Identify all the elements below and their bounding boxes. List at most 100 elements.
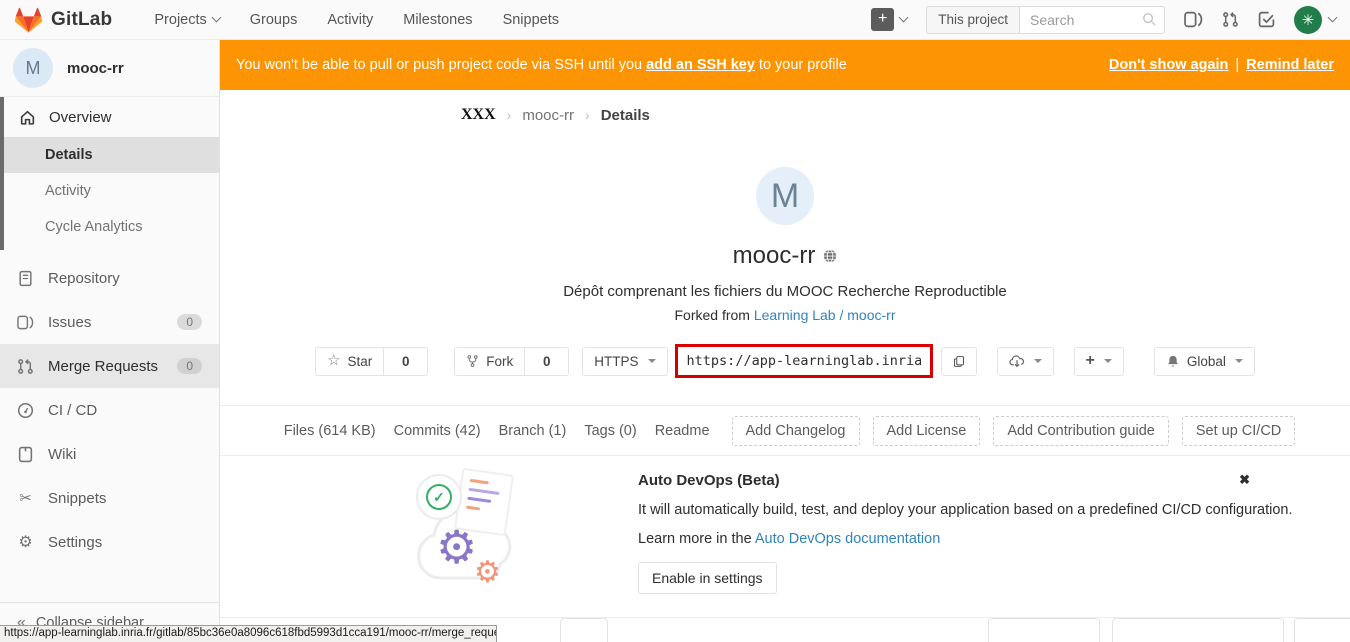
copy-url-button[interactable] bbox=[941, 347, 977, 376]
identicon-icon: ✳ bbox=[1302, 11, 1315, 29]
merge-requests-icon[interactable] bbox=[1222, 11, 1239, 28]
merge-requests-icon bbox=[17, 358, 34, 375]
search-area: This project bbox=[926, 6, 1165, 34]
breadcrumb-page[interactable]: Details bbox=[601, 107, 650, 124]
partial-button[interactable] bbox=[560, 618, 608, 642]
auto-devops-callout: ✓ ⚙ ⚙ Auto DevOps (Beta) It will automat… bbox=[220, 456, 1350, 618]
project-avatar[interactable]: M bbox=[13, 48, 53, 88]
user-menu[interactable]: ✳ bbox=[1294, 6, 1336, 34]
sidebar-item-wiki[interactable]: Wiki bbox=[0, 432, 219, 476]
project-context-name[interactable]: mooc-rr bbox=[67, 60, 124, 77]
add-changelog-button[interactable]: Add Changelog bbox=[732, 416, 860, 446]
partial-button[interactable] bbox=[988, 618, 1100, 642]
star-label: Star bbox=[348, 354, 373, 369]
sidebar-item-details[interactable]: Details bbox=[0, 137, 219, 173]
auto-devops-title: Auto DevOps (Beta) bbox=[638, 472, 1293, 489]
forked-from-prefix: Forked from bbox=[675, 307, 754, 323]
sidebar-item-cycle-analytics[interactable]: Cycle Analytics bbox=[0, 209, 219, 245]
nav-projects[interactable]: Projects bbox=[154, 12, 219, 28]
partial-button[interactable] bbox=[1294, 618, 1350, 642]
sidebar-wiki-label: Wiki bbox=[48, 446, 76, 463]
auto-devops-learn-line: Learn more in the Auto DevOps documentat… bbox=[638, 531, 1293, 547]
project-context-header[interactable]: M mooc-rr bbox=[0, 40, 219, 97]
nav-snippets[interactable]: Snippets bbox=[503, 12, 559, 28]
notification-setting-dropdown[interactable]: Global bbox=[1154, 347, 1255, 376]
chevron-down-icon bbox=[899, 13, 909, 23]
main-content: XXX › mooc-rr › Details M mooc-rr Dépôt … bbox=[220, 90, 1350, 642]
sidebar-repository-label: Repository bbox=[48, 270, 120, 287]
status-bar-url: https://app-learninglab.inria.fr/gitlab/… bbox=[4, 627, 497, 639]
breadcrumb-group[interactable]: XXX bbox=[461, 106, 496, 124]
tab-branch[interactable]: Branch (1) bbox=[490, 423, 576, 439]
download-dropdown[interactable] bbox=[997, 347, 1054, 376]
speech-bubble-icon: ✓ bbox=[416, 474, 462, 520]
tab-tags[interactable]: Tags (0) bbox=[575, 423, 645, 439]
top-navbar: GitLab Projects Groups Activity Mileston… bbox=[0, 0, 1350, 40]
remind-later-link[interactable]: Remind later bbox=[1246, 57, 1334, 73]
sidebar-sections: Repository Issues 0 Merge Requests 0 bbox=[0, 256, 219, 564]
nav-activity[interactable]: Activity bbox=[327, 12, 373, 28]
user-avatar[interactable]: ✳ bbox=[1294, 6, 1322, 34]
gitlab-brand[interactable]: GitLab bbox=[14, 6, 112, 34]
home-icon bbox=[19, 109, 36, 126]
banner-actions: Don't show again | Remind later bbox=[1109, 57, 1334, 73]
tab-readme[interactable]: Readme bbox=[646, 423, 719, 439]
clone-url-input[interactable] bbox=[678, 347, 930, 375]
add-dropdown[interactable]: + bbox=[1074, 347, 1124, 376]
public-visibility-globe-icon bbox=[823, 249, 837, 263]
dont-show-again-link[interactable]: Don't show again bbox=[1109, 57, 1228, 73]
sidebar-item-repository[interactable]: Repository bbox=[0, 256, 219, 300]
close-icon[interactable]: ✖ bbox=[1239, 472, 1250, 488]
sidebar-item-overview[interactable]: Overview bbox=[0, 97, 219, 137]
sidebar-item-snippets[interactable]: ✂ Snippets bbox=[0, 476, 219, 520]
clipboard-copy-icon bbox=[953, 354, 965, 369]
download-cloud-icon bbox=[1009, 354, 1025, 369]
nav-milestones[interactable]: Milestones bbox=[403, 12, 472, 28]
check-circle-icon: ✓ bbox=[426, 484, 452, 510]
project-description: Dépôt comprenant les fichiers du MOOC Re… bbox=[220, 283, 1350, 300]
add-license-button[interactable]: Add License bbox=[873, 416, 981, 446]
fork-count-button[interactable]: 0 bbox=[525, 347, 569, 376]
forked-from-link[interactable]: Learning Lab / mooc-rr bbox=[754, 307, 896, 323]
sidebar-settings-label: Settings bbox=[48, 534, 102, 551]
partial-button[interactable] bbox=[1112, 618, 1284, 642]
star-count-button[interactable]: 0 bbox=[384, 347, 428, 376]
wiki-book-icon bbox=[17, 446, 34, 463]
todos-icon[interactable] bbox=[1258, 11, 1275, 28]
banner-separator: | bbox=[1235, 57, 1239, 73]
sidebar-item-activity[interactable]: Activity bbox=[0, 173, 219, 209]
ssh-warning-banner: You won't be able to pull or push projec… bbox=[220, 40, 1350, 90]
project-stats-nav: Files (614 KB) Commits (42) Branch (1) T… bbox=[220, 406, 1350, 455]
sidebar-item-ci-cd[interactable]: CI / CD bbox=[0, 388, 219, 432]
project-sidebar: M mooc-rr Overview Details Activity Cycl… bbox=[0, 40, 220, 642]
add-ssh-key-link[interactable]: add an SSH key bbox=[646, 57, 755, 73]
gear-icon: ⚙ bbox=[17, 534, 34, 551]
sidebar-item-settings[interactable]: ⚙ Settings bbox=[0, 520, 219, 564]
enable-in-settings-button[interactable]: Enable in settings bbox=[638, 562, 777, 594]
issues-icon bbox=[17, 314, 34, 331]
protocol-dropdown[interactable]: HTTPS bbox=[582, 347, 667, 376]
sidebar-overview-label: Overview bbox=[49, 109, 112, 126]
new-menu-button[interactable]: + bbox=[871, 8, 907, 31]
issues-icon[interactable] bbox=[1184, 11, 1203, 28]
star-button-group: ☆ Star 0 bbox=[315, 347, 428, 376]
browser-status-bar: https://app-learninglab.inria.fr/gitlab/… bbox=[0, 625, 497, 642]
tab-files[interactable]: Files (614 KB) bbox=[275, 423, 385, 439]
gear-icon: ⚙ bbox=[474, 558, 501, 588]
auto-devops-body: It will automatically build, test, and d… bbox=[638, 502, 1293, 518]
breadcrumb-project[interactable]: mooc-rr bbox=[522, 107, 574, 124]
star-button[interactable]: ☆ Star bbox=[315, 347, 384, 376]
auto-devops-docs-link[interactable]: Auto DevOps documentation bbox=[755, 531, 940, 547]
nav-projects-label: Projects bbox=[154, 12, 206, 28]
chevron-down-icon bbox=[1328, 13, 1338, 23]
tab-commits[interactable]: Commits (42) bbox=[385, 423, 490, 439]
breadcrumb-separator: › bbox=[507, 107, 512, 123]
nav-groups[interactable]: Groups bbox=[250, 12, 298, 28]
plus-icon[interactable]: + bbox=[871, 8, 894, 31]
add-contribution-guide-button[interactable]: Add Contribution guide bbox=[993, 416, 1169, 446]
sidebar-item-issues[interactable]: Issues 0 bbox=[0, 300, 219, 344]
sidebar-item-merge-requests[interactable]: Merge Requests 0 bbox=[0, 344, 219, 388]
setup-ci-cd-button[interactable]: Set up CI/CD bbox=[1182, 416, 1295, 446]
scissors-icon: ✂ bbox=[17, 490, 34, 507]
fork-button[interactable]: Fork bbox=[454, 347, 525, 376]
